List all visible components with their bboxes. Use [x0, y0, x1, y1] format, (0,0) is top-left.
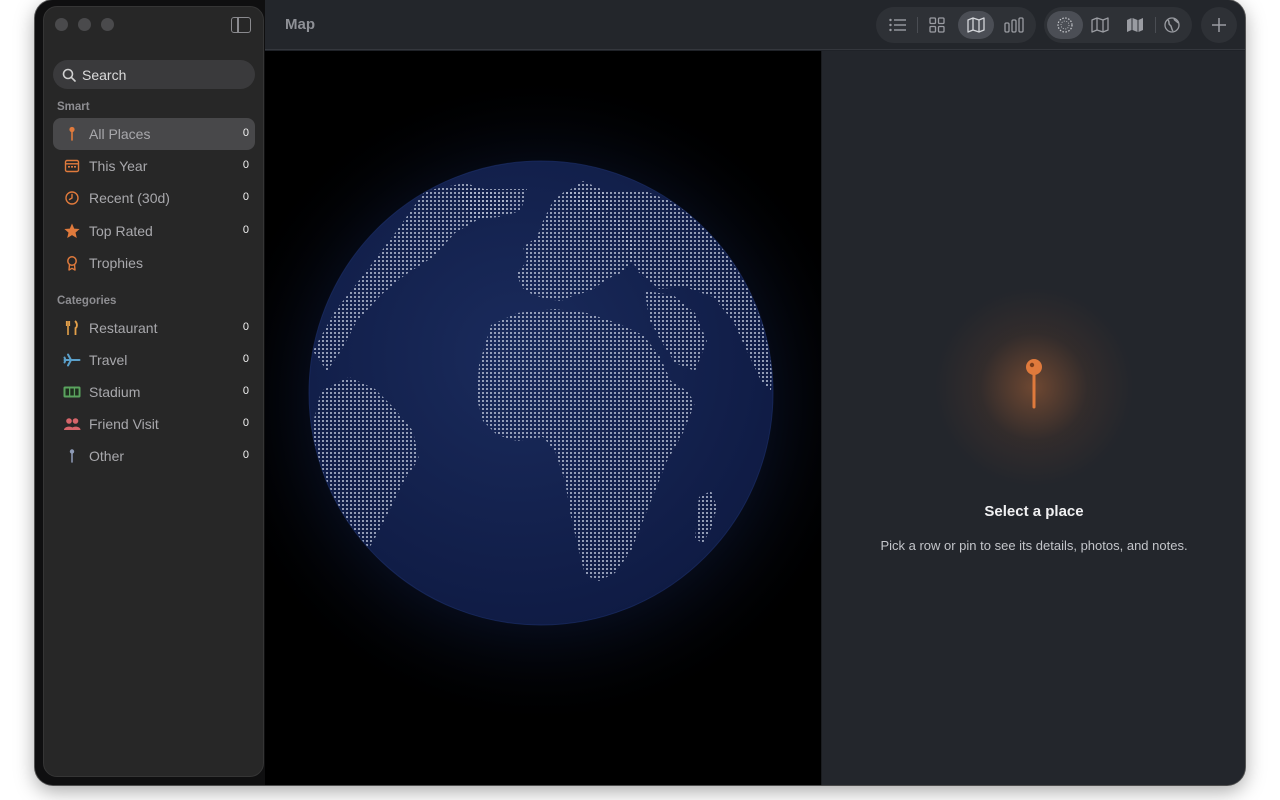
search-field[interactable]: Search	[53, 60, 255, 89]
award-icon	[63, 254, 81, 272]
sidebar-toggle-icon[interactable]	[231, 17, 251, 33]
empty-state-subtitle: Pick a row or pin to see its details, ph…	[880, 538, 1188, 553]
sidebar-item-other[interactable]: Other 0	[53, 440, 255, 472]
section-header-smart: Smart	[57, 101, 90, 113]
map-outline-icon	[1091, 17, 1109, 33]
sidebar-item-label: All Places	[89, 126, 151, 142]
sidebar-item-count: 0	[242, 159, 249, 171]
add-place-button[interactable]	[1201, 11, 1237, 39]
detail-panel: Select a place Pick a row or pin to see …	[821, 51, 1245, 785]
search-placeholder: Search	[82, 66, 127, 83]
page-title: Map	[285, 16, 315, 33]
minimize-window-button[interactable]	[78, 18, 91, 31]
pin-icon	[1026, 359, 1042, 409]
globe-style-button[interactable]	[1047, 11, 1083, 39]
sidebar-item-count: 0	[242, 224, 249, 236]
add-control	[1201, 7, 1237, 43]
zoom-window-button[interactable]	[101, 18, 114, 31]
grid-icon	[929, 17, 945, 33]
empty-state-title: Select a place	[984, 503, 1084, 520]
earth-style-button[interactable]	[1154, 11, 1190, 39]
scoreboard-icon	[63, 383, 81, 401]
list-view-button[interactable]	[880, 11, 916, 39]
grid-view-button[interactable]	[919, 11, 955, 39]
earth-icon	[1164, 17, 1180, 33]
people-icon	[63, 415, 81, 433]
sidebar-item-all-places[interactable]: All Places 0	[53, 118, 255, 150]
sidebar-item-count: 0	[242, 385, 249, 397]
map-view-button[interactable]	[958, 11, 994, 39]
sidebar-item-label: Other	[89, 448, 125, 464]
plus-icon	[1212, 18, 1226, 32]
view-mode-segmented-control	[876, 7, 1036, 43]
sidebar-frame: Search Smart All Places 0 This Year 0 Re…	[35, 0, 265, 785]
fork-knife-icon	[63, 319, 81, 337]
pin-icon	[63, 125, 81, 143]
sidebar-item-label: Friend Visit	[89, 416, 159, 432]
sidebar-item-count: 0	[242, 449, 249, 461]
sidebar-item-label: Travel	[89, 352, 128, 368]
sidebar-item-friend-visit[interactable]: Friend Visit 0	[53, 408, 255, 440]
sidebar-item-label: Recent (30d)	[89, 190, 170, 206]
airplane-icon	[63, 351, 81, 369]
sidebar-item-label: Trophies	[89, 255, 143, 271]
sidebar-item-top-rated[interactable]: Top Rated 0	[53, 215, 255, 247]
segment-divider	[917, 17, 918, 33]
sidebar-item-travel[interactable]: Travel 0	[53, 344, 255, 376]
search-icon	[62, 68, 76, 82]
sidebar-item-stadium[interactable]: Stadium 0	[53, 376, 255, 408]
globe[interactable]	[265, 51, 821, 785]
chart-icon	[1004, 17, 1024, 33]
sidebar-item-count: 0	[242, 191, 249, 203]
clock-icon	[63, 189, 81, 207]
sidebar-item-recent[interactable]: Recent (30d) 0	[53, 182, 255, 214]
toolbar: Map	[265, 0, 1245, 50]
close-window-button[interactable]	[55, 18, 68, 31]
map-style-segmented-control	[1044, 7, 1192, 43]
map-outline-style-button[interactable]	[1082, 11, 1118, 39]
list-icon	[889, 18, 906, 32]
sidebar-item-count: 0	[242, 321, 249, 333]
section-header-categories: Categories	[57, 295, 117, 307]
chart-view-button[interactable]	[996, 11, 1032, 39]
sidebar: Search Smart All Places 0 This Year 0 Re…	[43, 6, 264, 777]
globe-dots-icon	[1057, 17, 1073, 33]
sidebar-item-label: Restaurant	[89, 320, 158, 336]
map-icon	[967, 17, 985, 33]
sidebar-item-label: Stadium	[89, 384, 141, 400]
star-icon	[63, 222, 81, 240]
sidebar-item-label: Top Rated	[89, 223, 153, 239]
map-filled-style-button[interactable]	[1117, 11, 1153, 39]
map-canvas[interactable]	[265, 51, 821, 785]
sidebar-item-restaurant[interactable]: Restaurant 0	[53, 312, 255, 344]
sidebar-item-label: This Year	[89, 158, 148, 174]
sidebar-item-trophies[interactable]: Trophies	[53, 247, 255, 279]
sidebar-item-count: 0	[242, 127, 249, 139]
pin-icon	[63, 447, 81, 465]
calendar-icon	[63, 157, 81, 175]
sidebar-item-this-year[interactable]: This Year 0	[53, 150, 255, 182]
sidebar-item-count: 0	[242, 353, 249, 365]
sidebar-item-count: 0	[242, 417, 249, 429]
app-window: Search Smart All Places 0 This Year 0 Re…	[35, 0, 1245, 785]
map-filled-icon	[1127, 18, 1143, 32]
